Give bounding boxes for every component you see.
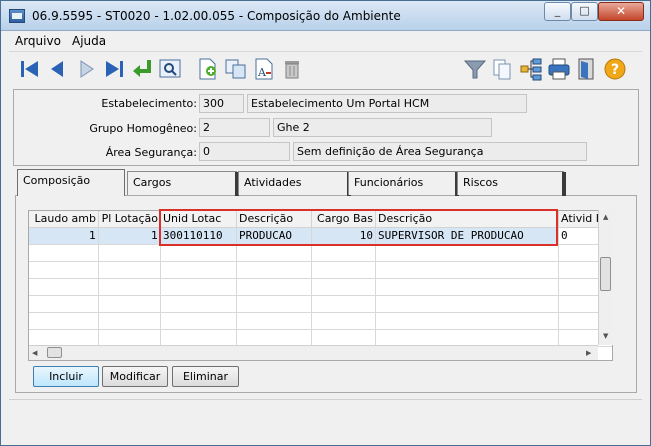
grupo-code-field[interactable]: 2 xyxy=(199,118,270,137)
menu-ajuda[interactable]: Ajuda xyxy=(72,34,106,48)
area-seguranca-label: Área Segurança: xyxy=(105,146,197,159)
estabelecimento-desc-field: Estabelecimento Um Portal HCM xyxy=(247,94,527,113)
grupo-desc-field: Ghe 2 xyxy=(273,118,492,137)
filter-icon[interactable] xyxy=(462,56,488,82)
estabelecimento-code-field[interactable]: 300 xyxy=(199,94,244,113)
tab-cargos-label: Cargos xyxy=(133,176,172,189)
app-icon xyxy=(9,9,25,23)
help-icon[interactable]: ? xyxy=(602,56,628,82)
tab-riscos[interactable]: Riscos xyxy=(457,171,566,196)
tree-icon[interactable] xyxy=(518,56,544,82)
minimize-button[interactable]: _ xyxy=(544,2,571,21)
svg-text:?: ? xyxy=(611,62,619,78)
tab-atividades[interactable]: Atividades xyxy=(238,171,351,196)
svg-text:A: A xyxy=(257,66,267,79)
grupo-homogeneo-label: Grupo Homogêneo: xyxy=(89,122,197,135)
new-doc-icon[interactable] xyxy=(195,56,221,82)
maximize-button[interactable]: □ xyxy=(571,2,598,21)
scroll-up-icon[interactable]: ▲ xyxy=(603,213,608,221)
tab-cargos[interactable]: Cargos xyxy=(127,171,239,196)
next-icon[interactable] xyxy=(73,56,99,82)
scroll-left-icon[interactable]: ◀ xyxy=(32,349,37,357)
horizontal-scroll-thumb[interactable] xyxy=(47,347,62,358)
tab-strip: Composição Cargos Atividades Funcionário… xyxy=(13,169,639,196)
last-icon[interactable] xyxy=(101,56,127,82)
main-window: 06.9.5595 - ST0020 - 1.02.00.055 - Compo… xyxy=(0,0,651,446)
vertical-scroll-thumb[interactable] xyxy=(600,257,611,291)
close-button[interactable]: ✕ xyxy=(598,2,644,21)
exit-icon[interactable] xyxy=(574,56,600,82)
print-icon[interactable] xyxy=(546,56,572,82)
scroll-down-icon[interactable]: ▼ xyxy=(603,332,608,340)
cell-pl-lotacao[interactable]: 1 xyxy=(99,228,161,245)
tab-funcionarios[interactable]: Funcionários xyxy=(348,171,459,196)
pages-icon[interactable] xyxy=(490,56,516,82)
delete-icon[interactable] xyxy=(279,56,305,82)
menu-bar: Arquivo Ajuda xyxy=(9,32,642,51)
copy-icon[interactable] xyxy=(223,56,249,82)
zoom-icon[interactable] xyxy=(157,56,183,82)
horizontal-scrollbar[interactable]: ◀ ▶ xyxy=(29,345,598,360)
first-icon[interactable] xyxy=(17,56,43,82)
highlight-box xyxy=(159,209,558,246)
eliminar-button[interactable]: Eliminar xyxy=(172,366,239,387)
prev-icon[interactable] xyxy=(45,56,71,82)
tab-riscos-label: Riscos xyxy=(463,176,498,189)
enter-icon[interactable] xyxy=(129,56,155,82)
tab-composicao-label: Composição xyxy=(23,174,91,187)
area-desc-field: Sem definição de Área Segurança xyxy=(293,142,587,161)
status-bar xyxy=(9,399,642,439)
col-header-pl-lotacao[interactable]: Pl Lotação xyxy=(99,211,161,228)
menu-arquivo[interactable]: Arquivo xyxy=(15,34,61,48)
cell-laudo[interactable]: 1 xyxy=(29,228,99,245)
estabelecimento-label: Estabelecimento: xyxy=(101,97,197,110)
tab-funcionarios-label: Funcionários xyxy=(354,176,424,189)
col-header-laudo[interactable]: Laudo amb xyxy=(29,211,99,228)
scroll-right-icon[interactable]: ▶ xyxy=(586,349,591,357)
text-format-icon[interactable]: A xyxy=(251,56,277,82)
incluir-button[interactable]: Incluir xyxy=(33,366,99,387)
window-title: 06.9.5595 - ST0020 - 1.02.00.055 - Compo… xyxy=(32,9,401,23)
tab-composicao[interactable]: Composição xyxy=(17,169,125,196)
title-bar: 06.9.5595 - ST0020 - 1.02.00.055 - Compo… xyxy=(1,1,650,31)
toolbar: A ? xyxy=(9,51,642,87)
area-code-field[interactable]: 0 xyxy=(199,142,290,161)
modificar-button[interactable]: Modificar xyxy=(102,366,168,387)
tab-atividades-label: Atividades xyxy=(244,176,302,189)
